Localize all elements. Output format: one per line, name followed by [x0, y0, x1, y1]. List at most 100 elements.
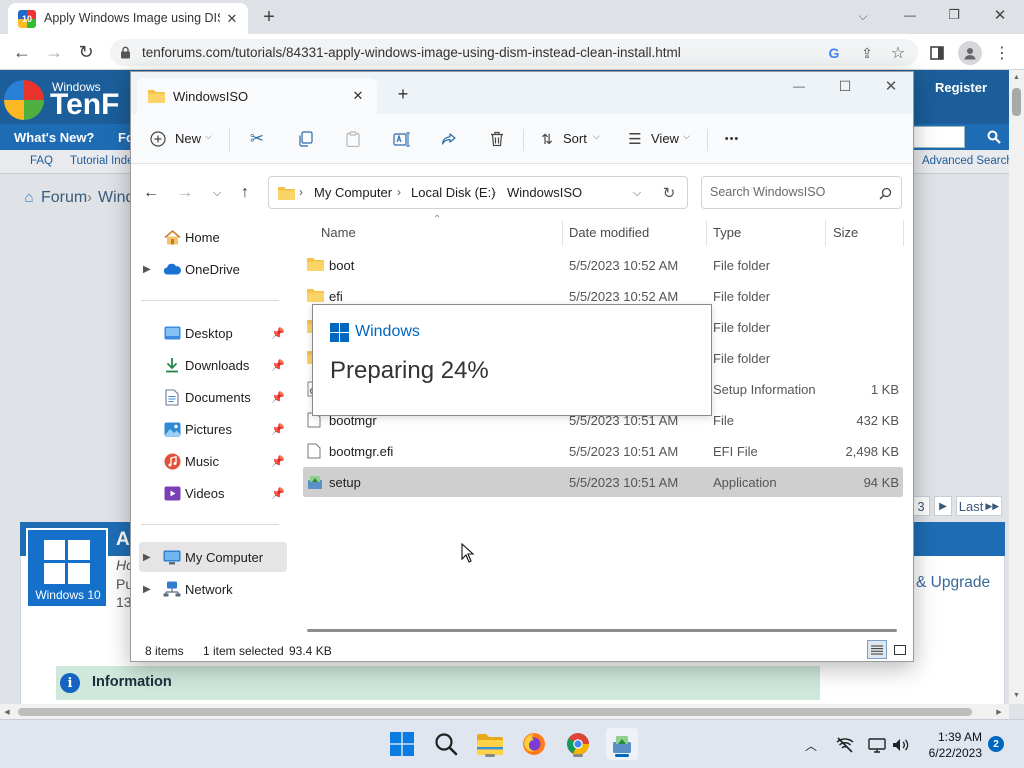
nav-network[interactable]: ▶ Network: [141, 574, 287, 604]
site-search-icon[interactable]: [984, 126, 1004, 148]
new-tab-button[interactable]: +: [256, 5, 282, 29]
explorer-minimize-button[interactable]: —: [787, 76, 811, 96]
address-bar[interactable]: tenforums.com/tutorials/84331-apply-wind…: [110, 39, 918, 66]
scroll-right-icon[interactable]: ▶: [992, 704, 1006, 719]
nav-desktop[interactable]: Desktop 📌: [141, 318, 287, 348]
browser-minimize-button[interactable]: —: [898, 4, 922, 26]
taskbar-search-icon[interactable]: [430, 728, 462, 760]
notification-badge[interactable]: 2: [988, 736, 1004, 752]
details-view-icon[interactable]: [867, 640, 887, 659]
nav-documents[interactable]: Documents 📌: [141, 382, 287, 412]
nav-music[interactable]: Music 📌: [141, 446, 287, 476]
network-disconnected-icon[interactable]: [834, 734, 856, 756]
explorer-search-input[interactable]: Search WindowsISO: [701, 176, 902, 209]
browser-menu-icon[interactable]: ⋮: [992, 43, 1012, 63]
pin-icon[interactable]: 📌: [271, 455, 285, 468]
scroll-thumb[interactable]: [1012, 88, 1021, 116]
site-logo[interactable]: Windows TenF: [4, 74, 130, 122]
clock-time[interactable]: 1:39 AM: [934, 730, 982, 744]
explorer-maximize-button[interactable]: ☐: [833, 76, 857, 96]
scroll-h-thumb[interactable]: [18, 708, 972, 716]
close-tab-icon[interactable]: ✕: [222, 9, 242, 29]
large-icons-view-icon[interactable]: [891, 640, 909, 659]
scroll-down-icon[interactable]: ▼: [1009, 688, 1024, 702]
breadcrumb-forum[interactable]: Forum: [41, 189, 87, 207]
nav-videos[interactable]: Videos 📌: [141, 478, 287, 508]
pin-icon[interactable]: 📌: [271, 327, 285, 340]
explorer-forward-icon[interactable]: →: [173, 181, 197, 205]
copy-icon[interactable]: [293, 127, 317, 151]
pin-icon[interactable]: 📌: [271, 423, 285, 436]
firefox-icon[interactable]: [518, 728, 550, 760]
file-row[interactable]: boot 5/5/2023 10:52 AM File folder: [303, 250, 903, 280]
pin-icon[interactable]: 📌: [271, 487, 285, 500]
column-date-modified[interactable]: Date modified: [569, 225, 649, 240]
display-icon[interactable]: [866, 734, 888, 756]
view-button[interactable]: ☰ View ⌵: [625, 126, 693, 152]
column-size[interactable]: Size: [833, 225, 858, 240]
setup-taskbar-icon[interactable]: [606, 728, 638, 760]
expand-chevron-icon[interactable]: ▶: [143, 552, 151, 563]
clock-date[interactable]: 6/22/2023: [916, 746, 982, 760]
share-file-icon[interactable]: [437, 127, 461, 151]
explorer-close-button[interactable]: ✕: [879, 76, 903, 96]
reload-icon[interactable]: ↻: [74, 41, 98, 63]
advanced-search-link[interactable]: Advanced Search: [922, 155, 1009, 167]
file-row[interactable]: bootmgr.efi 5/5/2023 10:51 AM EFI File 2…: [303, 436, 903, 466]
explorer-close-tab-icon[interactable]: ✕: [347, 85, 369, 107]
register-button[interactable]: Register: [918, 74, 1004, 100]
nav-downloads[interactable]: Downloads 📌: [141, 350, 287, 380]
browser-restore-button[interactable]: ❐: [942, 4, 966, 26]
share-icon[interactable]: ⇪: [857, 43, 877, 63]
paste-icon[interactable]: [341, 127, 365, 151]
breadcrumb-local-disk[interactable]: Local Disk (E:): [411, 185, 496, 200]
breadcrumb-my-computer[interactable]: My Computer: [314, 185, 392, 200]
expand-chevron-icon[interactable]: ▶: [143, 264, 151, 275]
browser-close-button[interactable]: ✕: [988, 4, 1012, 26]
volume-icon[interactable]: [890, 734, 912, 756]
explorer-address-bar[interactable]: › My Computer › Local Disk (E:) › Window…: [268, 176, 688, 209]
site-search-input[interactable]: [905, 126, 965, 148]
pagination-next-icon[interactable]: ▶: [934, 496, 952, 516]
pin-icon[interactable]: 📌: [271, 391, 285, 404]
column-name[interactable]: Name: [321, 225, 356, 240]
show-hidden-icons-chevron[interactable]: ︿: [800, 734, 822, 756]
file-row-selected[interactable]: setup 5/5/2023 10:51 AM Application 94 K…: [303, 467, 903, 497]
explorer-new-tab-button[interactable]: +: [391, 82, 415, 106]
page-horizontal-scrollbar[interactable]: ◀ ▶: [0, 704, 1009, 719]
page-vertical-scrollbar[interactable]: ▲ ▼: [1009, 70, 1024, 704]
cut-icon[interactable]: ✂: [245, 127, 269, 151]
tab-search-icon[interactable]: ⌵: [852, 5, 874, 27]
nav-my-computer[interactable]: ▶ My Computer: [139, 542, 287, 572]
bookmark-star-icon[interactable]: ☆: [888, 43, 908, 63]
expand-chevron-icon[interactable]: ▶: [143, 584, 151, 595]
pagination-page-3[interactable]: 3: [912, 496, 930, 516]
sort-button[interactable]: ⇅ Sort ⌵: [537, 126, 603, 152]
nav-onedrive[interactable]: ▶ OneDrive: [141, 254, 287, 284]
profile-avatar[interactable]: [958, 41, 982, 65]
browser-tab[interactable]: 10 Apply Windows Image using DISM ✕: [8, 3, 248, 34]
side-panel-icon[interactable]: [927, 43, 947, 63]
chrome-icon[interactable]: [562, 728, 594, 760]
scroll-up-icon[interactable]: ▲: [1009, 70, 1024, 84]
column-type[interactable]: Type: [713, 225, 741, 240]
recent-locations-chevron-icon[interactable]: ⌵: [205, 181, 229, 205]
subnav-tutorial-index[interactable]: Tutorial Inde: [70, 155, 134, 167]
delete-icon[interactable]: [485, 127, 509, 151]
refresh-icon[interactable]: ↻: [659, 183, 679, 203]
forward-arrow-icon[interactable]: →: [42, 41, 66, 63]
scroll-left-icon[interactable]: ◀: [0, 704, 14, 719]
nav-home[interactable]: Home: [141, 222, 287, 252]
back-arrow-icon[interactable]: ←: [10, 41, 34, 63]
address-dropdown-icon[interactable]: ⌵: [627, 183, 647, 203]
breadcrumb-windowsiso[interactable]: WindowsISO: [507, 185, 582, 200]
nav-pictures[interactable]: Pictures 📌: [141, 414, 287, 444]
nav-whats-new[interactable]: What's New?: [14, 130, 94, 145]
up-arrow-icon[interactable]: ↑: [233, 181, 257, 205]
category-link[interactable]: & Upgrade: [916, 574, 990, 592]
more-options-icon[interactable]: •••: [719, 127, 745, 151]
google-icon[interactable]: G: [824, 43, 844, 63]
new-button[interactable]: New ⌵: [147, 126, 217, 152]
pagination-last[interactable]: Last ▶▶: [956, 496, 1002, 516]
explorer-back-icon[interactable]: ←: [139, 181, 163, 205]
